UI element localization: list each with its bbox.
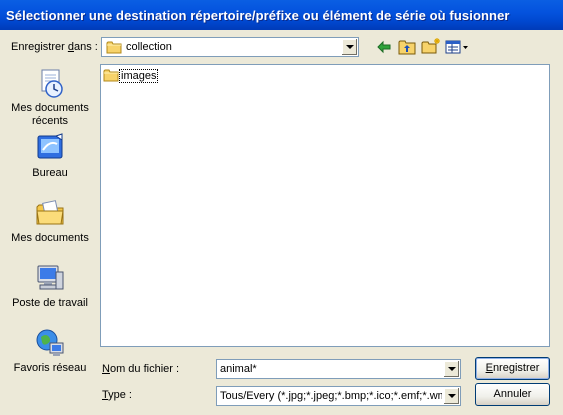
chevron-down-icon[interactable]	[443, 361, 459, 377]
folder-icon	[106, 40, 122, 57]
places-bar: Mes documents récents Bureau Mes documen…	[5, 64, 95, 394]
filetype-label: Type :	[102, 389, 132, 401]
view-menu-icon[interactable]	[444, 38, 470, 56]
up-folder-icon[interactable]	[398, 38, 416, 56]
my-computer-icon	[34, 262, 66, 294]
title-bar[interactable]: Sélectionner une destination répertoire/…	[0, 0, 563, 30]
place-my-documents[interactable]: Mes documents	[5, 197, 95, 245]
place-label: Bureau	[32, 167, 68, 179]
new-folder-icon[interactable]	[421, 37, 440, 55]
save-button[interactable]: Enregistrer	[475, 357, 550, 380]
place-label-line2: récents	[31, 115, 69, 127]
filename-value: animal*	[220, 363, 257, 375]
place-label: Mes documents	[11, 102, 89, 114]
folder-icon	[103, 68, 119, 85]
file-name: images	[119, 69, 159, 83]
desktop-icon	[34, 132, 66, 164]
place-label: Poste de travail	[12, 297, 88, 309]
place-recent-documents[interactable]: Mes documents récents	[5, 67, 95, 128]
filetype-dropdown[interactable]: Tous/Every (*.jpg;*.jpeg;*.bmp;*.ico;*.e…	[216, 386, 461, 406]
network-places-icon	[34, 327, 66, 359]
window-title: Sélectionner une destination répertoire/…	[6, 8, 510, 23]
save-dialog: Sélectionner une destination répertoire/…	[0, 0, 563, 415]
filename-label: Nom du fichier :	[102, 363, 180, 375]
place-network[interactable]: Favoris réseau	[5, 327, 95, 375]
recent-documents-icon	[34, 67, 66, 99]
my-documents-icon	[34, 197, 66, 229]
save-in-label: Enregistrer dans :	[11, 41, 98, 53]
filetype-value: Tous/Every (*.jpg;*.jpeg;*.bmp;*.ico;*.e…	[220, 390, 442, 402]
save-in-value: collection	[126, 41, 172, 53]
chevron-down-icon[interactable]	[443, 388, 459, 404]
cancel-button[interactable]: Annuler	[475, 383, 550, 406]
place-desktop[interactable]: Bureau	[5, 132, 95, 180]
file-list[interactable]: images	[100, 64, 550, 347]
place-label: Mes documents	[11, 232, 89, 244]
chevron-down-icon[interactable]	[341, 39, 357, 55]
back-arrow-icon[interactable]	[375, 38, 393, 56]
filename-input[interactable]: animal*	[216, 359, 461, 379]
save-in-dropdown[interactable]: collection	[101, 37, 359, 57]
place-label: Favoris réseau	[13, 362, 87, 374]
place-my-computer[interactable]: Poste de travail	[5, 262, 95, 310]
